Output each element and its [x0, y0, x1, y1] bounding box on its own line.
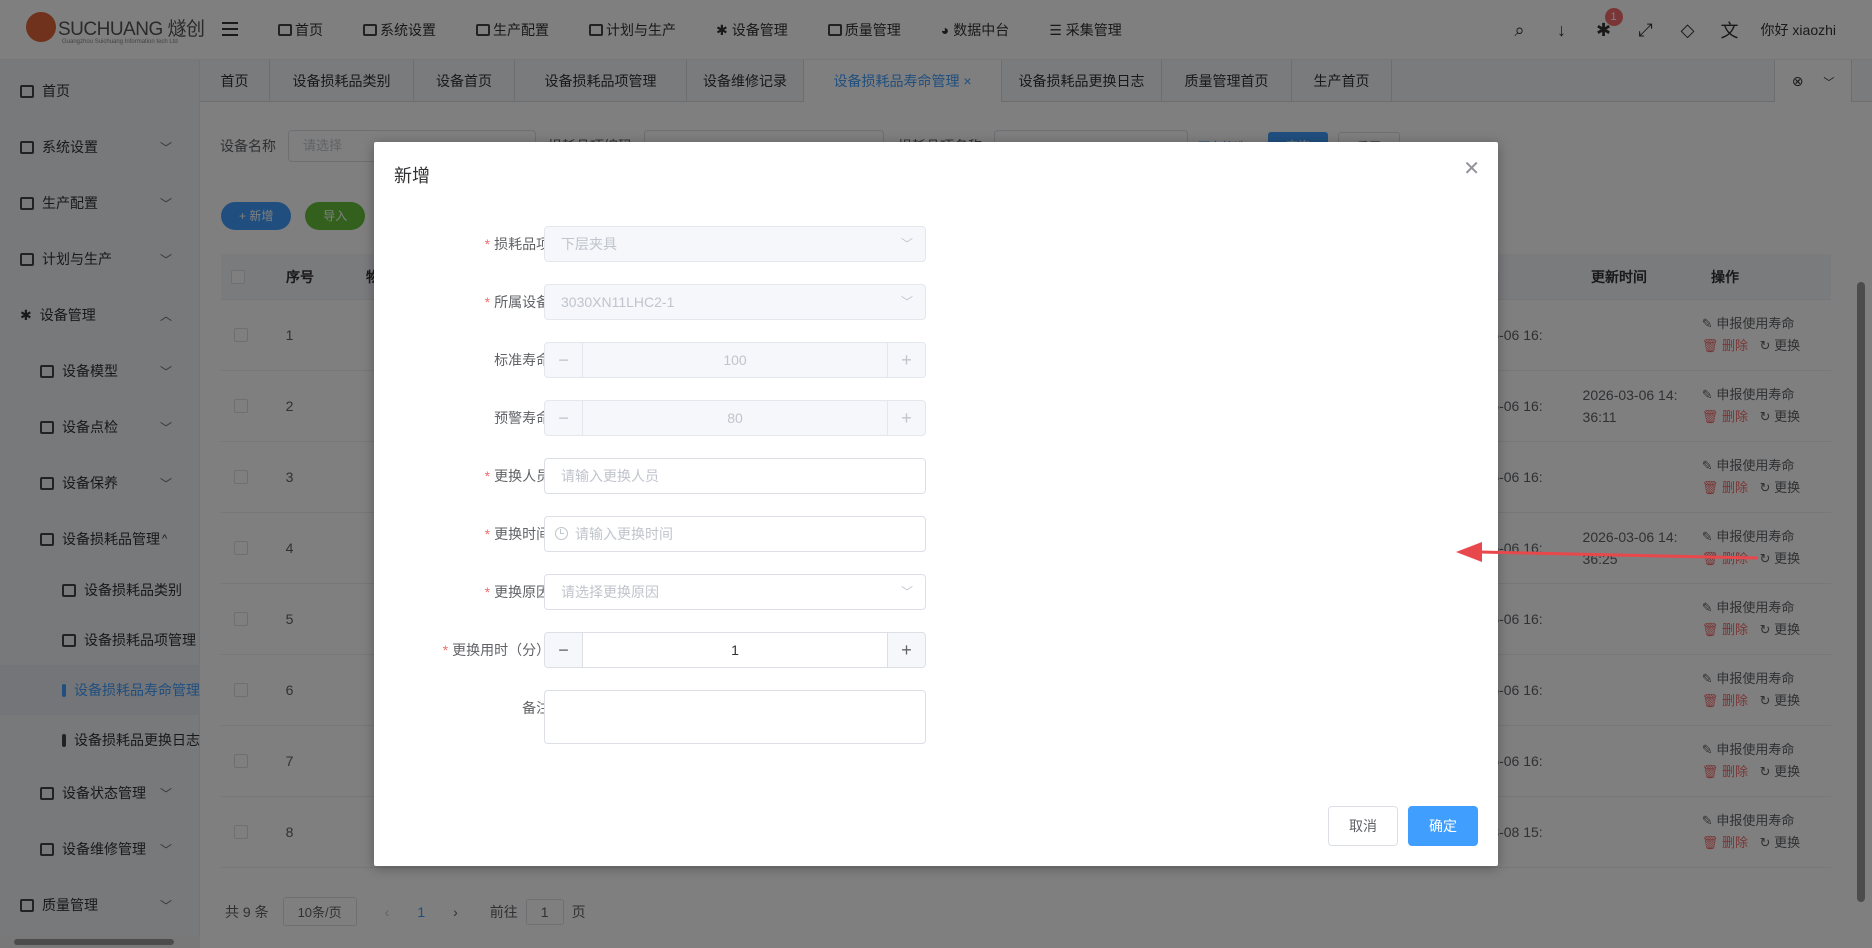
form-row-duration: * 更换用时（分）: − 1 + — [374, 632, 934, 668]
std-life-stepper: − 100 + — [544, 342, 926, 378]
minus-icon: − — [545, 401, 583, 435]
person-input[interactable]: 请输入更换人员 — [544, 458, 926, 494]
reason-select[interactable]: 请选择更换原因 ﹀ — [544, 574, 926, 610]
cancel-button[interactable]: 取消 — [1328, 806, 1398, 846]
form-row-warn-life: 预警寿命: − 80 + — [374, 400, 934, 436]
chevron-down-icon: ﹀ — [900, 585, 913, 599]
add-dialog: 新增 ✕ * 损耗品项: 下层夹具 ﹀ * 所属设备: 3030XN11LHC2-1 ﹀… — [374, 142, 1498, 866]
duration-label: 更换用时（分）: — [452, 642, 554, 658]
plus-icon[interactable]: + — [887, 633, 925, 667]
annotation-arrow — [1456, 542, 1759, 562]
time-picker[interactable]: 请输入更换时间 — [544, 516, 926, 552]
warn-life-stepper: − 80 + — [544, 400, 926, 436]
device-select: 3030XN11LHC2-1 ﹀ — [544, 284, 926, 320]
form-row-device: * 所属设备: 3030XN11LHC2-1 ﹀ — [374, 284, 934, 320]
item-select: 下层夹具 ﹀ — [544, 226, 926, 262]
form-row-time: * 更换时间: 请输入更换时间 — [374, 516, 934, 552]
minus-icon: − — [545, 343, 583, 377]
duration-stepper[interactable]: − 1 + — [544, 632, 926, 668]
form-row-reason: * 更换原因: 请选择更换原因 ﹀ — [374, 574, 934, 610]
remark-textarea[interactable] — [544, 690, 926, 744]
plus-icon: + — [887, 343, 925, 377]
form-row-person: * 更换人员: 请输入更换人员 — [374, 458, 934, 494]
duration-value[interactable]: 1 — [731, 642, 739, 658]
form-row-remark: 备注: — [374, 690, 934, 744]
form-row-std-life: 标准寿命: − 100 + — [374, 342, 934, 378]
confirm-button[interactable]: 确定 — [1408, 806, 1478, 846]
close-icon[interactable]: ✕ — [1463, 156, 1480, 181]
plus-icon: + — [887, 401, 925, 435]
minus-icon[interactable]: − — [545, 633, 583, 667]
clock-icon — [555, 527, 568, 540]
chevron-down-icon: ﹀ — [900, 237, 913, 251]
chevron-down-icon: ﹀ — [900, 295, 913, 309]
dialog-title: 新增 — [394, 166, 430, 186]
form-row-item: * 损耗品项: 下层夹具 ﹀ — [374, 226, 934, 262]
